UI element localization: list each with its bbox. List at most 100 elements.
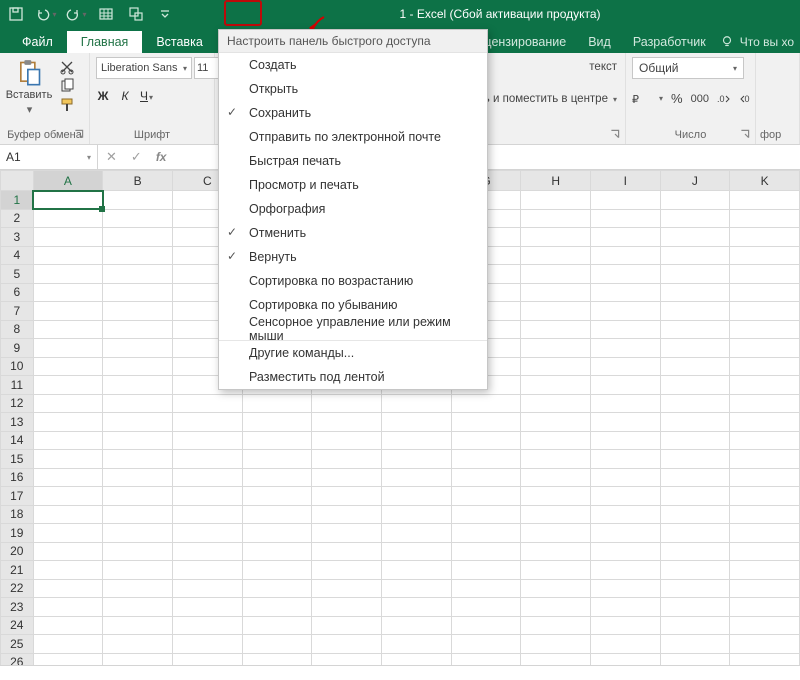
cell[interactable] — [33, 228, 103, 247]
cell[interactable] — [660, 450, 730, 469]
menu-item[interactable]: Сенсорное управление или режим мыши — [219, 317, 487, 341]
cell[interactable] — [591, 524, 661, 543]
cell[interactable] — [660, 283, 730, 302]
cell[interactable] — [312, 635, 382, 654]
cell[interactable] — [521, 505, 591, 524]
currency-icon[interactable]: ₽ — [632, 92, 650, 106]
decrease-decimal-icon[interactable]: .0 — [739, 92, 753, 106]
cell[interactable] — [172, 524, 242, 543]
column-header[interactable]: I — [591, 171, 661, 191]
cell[interactable] — [103, 468, 173, 487]
row-header[interactable]: 15 — [1, 450, 34, 469]
cell[interactable] — [103, 209, 173, 228]
cell[interactable] — [381, 468, 451, 487]
cell[interactable] — [381, 413, 451, 432]
cell[interactable] — [591, 413, 661, 432]
cell[interactable] — [33, 542, 103, 561]
cell[interactable] — [33, 191, 103, 210]
cell[interactable] — [381, 616, 451, 635]
cell[interactable] — [381, 542, 451, 561]
menu-item[interactable]: Отправить по электронной почте — [219, 125, 487, 149]
cell[interactable] — [521, 228, 591, 247]
cell[interactable] — [33, 579, 103, 598]
cell[interactable] — [381, 561, 451, 580]
cell[interactable] — [242, 524, 312, 543]
cell[interactable] — [312, 394, 382, 413]
cell[interactable] — [730, 209, 800, 228]
cell[interactable] — [242, 561, 312, 580]
menu-item[interactable]: Просмотр и печать — [219, 173, 487, 197]
menu-item[interactable]: Открыть — [219, 77, 487, 101]
cell[interactable] — [730, 246, 800, 265]
cell[interactable] — [242, 579, 312, 598]
cell[interactable] — [660, 228, 730, 247]
cell[interactable] — [33, 561, 103, 580]
row-header[interactable]: 24 — [1, 616, 34, 635]
row-header[interactable]: 9 — [1, 339, 34, 358]
menu-item[interactable]: ✓Сохранить — [219, 101, 487, 125]
cell[interactable] — [103, 246, 173, 265]
cell[interactable] — [103, 542, 173, 561]
cell[interactable] — [33, 376, 103, 395]
row-header[interactable]: 17 — [1, 487, 34, 506]
cell[interactable] — [521, 394, 591, 413]
cell[interactable] — [312, 431, 382, 450]
cell[interactable] — [521, 320, 591, 339]
menu-item[interactable]: Быстрая печать — [219, 149, 487, 173]
dialog-launcher-icon[interactable] — [609, 128, 621, 140]
cell[interactable] — [591, 357, 661, 376]
dialog-launcher-icon[interactable] — [739, 128, 751, 140]
cell[interactable] — [312, 616, 382, 635]
cell[interactable] — [730, 339, 800, 358]
cell[interactable] — [242, 598, 312, 617]
cell[interactable] — [660, 616, 730, 635]
cell[interactable] — [660, 265, 730, 284]
cell[interactable] — [172, 616, 242, 635]
row-header[interactable]: 21 — [1, 561, 34, 580]
cell[interactable] — [103, 635, 173, 654]
cell[interactable] — [660, 561, 730, 580]
menu-item[interactable]: Разместить под лентой — [219, 365, 487, 389]
cell[interactable] — [591, 616, 661, 635]
cell[interactable] — [172, 579, 242, 598]
cell[interactable] — [451, 561, 521, 580]
cell[interactable] — [33, 320, 103, 339]
cell[interactable] — [521, 413, 591, 432]
tab-file[interactable]: Файл — [8, 31, 67, 53]
cell[interactable] — [33, 616, 103, 635]
cell[interactable] — [172, 561, 242, 580]
cell[interactable] — [660, 339, 730, 358]
row-header[interactable]: 22 — [1, 579, 34, 598]
cell[interactable] — [660, 191, 730, 210]
cell[interactable] — [521, 561, 591, 580]
cell[interactable] — [730, 487, 800, 506]
cell[interactable] — [381, 505, 451, 524]
cell[interactable] — [660, 635, 730, 654]
column-header[interactable]: K — [730, 171, 800, 191]
chevron-down-icon[interactable]: ▾ — [613, 95, 617, 104]
menu-item[interactable]: ✓Отменить — [219, 221, 487, 245]
cell[interactable] — [521, 339, 591, 358]
row-header[interactable]: 10 — [1, 357, 34, 376]
cell[interactable] — [730, 542, 800, 561]
cell[interactable] — [172, 542, 242, 561]
cell[interactable] — [381, 487, 451, 506]
cell[interactable] — [660, 505, 730, 524]
cell[interactable] — [730, 524, 800, 543]
cell[interactable] — [103, 487, 173, 506]
cell[interactable] — [33, 394, 103, 413]
percent-button[interactable]: % — [671, 91, 683, 106]
cancel-icon[interactable]: ✕ — [106, 149, 117, 165]
format-painter-icon[interactable] — [58, 97, 76, 113]
bold-button[interactable]: Ж — [96, 89, 110, 103]
cell[interactable] — [242, 616, 312, 635]
cell[interactable] — [312, 487, 382, 506]
cell[interactable] — [591, 450, 661, 469]
copy-icon[interactable] — [58, 78, 76, 94]
cell[interactable] — [521, 524, 591, 543]
column-header[interactable]: B — [103, 171, 173, 191]
cell[interactable] — [103, 413, 173, 432]
cell[interactable] — [591, 283, 661, 302]
cell[interactable] — [103, 376, 173, 395]
cell[interactable] — [660, 394, 730, 413]
